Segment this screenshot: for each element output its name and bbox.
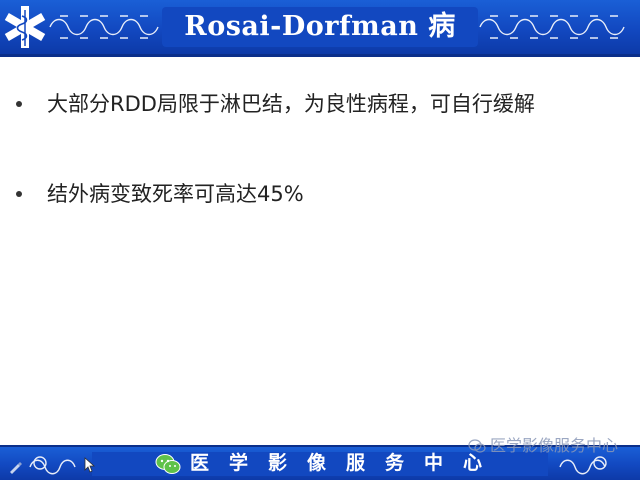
slide-header-band: Rosai-Dorfman 病 [0,0,640,54]
wechat-icon [468,439,486,453]
wechat-icon [155,454,181,474]
bullet-marker [16,101,22,107]
bullet-marker [16,191,22,197]
slide-title: Rosai-Dorfman 病 [184,11,456,42]
bullet-text: 大部分RDD局限于淋巴结，为良性病程，可自行缓解 [47,92,535,116]
bullet-text: 结外病变致死率可高达45% [47,182,304,206]
bullet-item: 大部分RDD局限于淋巴结，为良性病程，可自行缓解 [0,82,640,172]
bullet-item: 结外病变致死率可高达45% [0,172,640,216]
slide-body: 大部分RDD局限于淋巴结，为良性病程，可自行缓解 结外病变致死率可高达45% [0,57,640,447]
footer-title: 医学影像服务中心 [190,452,503,474]
pen-icon[interactable] [8,460,22,474]
cursor-icon [84,457,96,473]
watermark-text: 医学影像服务中心 [489,436,618,455]
star-of-life-icon [4,6,46,48]
watermark: 医学影像服务中心 [468,436,618,456]
